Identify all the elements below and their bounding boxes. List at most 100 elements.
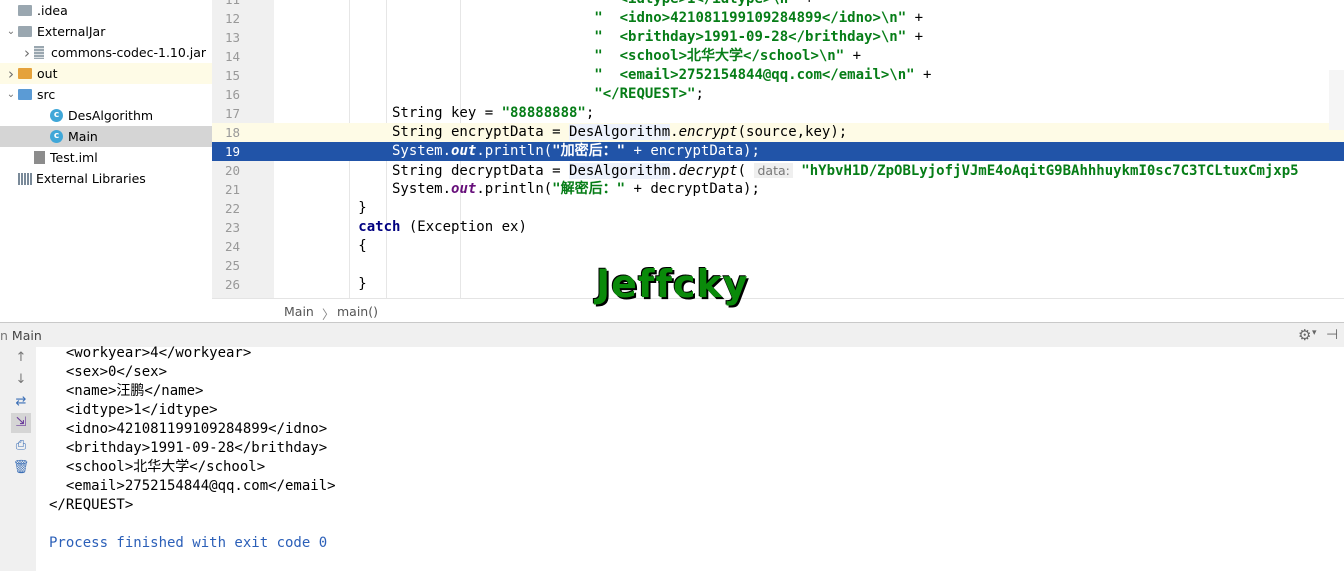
tree-item-label: commons-codec-1.10.jar (51, 45, 207, 60)
print-icon[interactable]: ⎙ (12, 438, 30, 454)
code-token: "hYbvH1D/ZpOBLyjofjVJmE4oAqitG9BAhhhuykm… (801, 163, 1299, 179)
line-number: 24 (224, 239, 240, 254)
up-arrow-icon[interactable]: ↑ (12, 350, 30, 366)
run-icon: n (0, 328, 12, 343)
chevron-down-icon[interactable]: ⌄ (4, 89, 18, 100)
code-line[interactable]: } (274, 199, 1344, 218)
code-line[interactable]: System.out.println("解密后：" + decryptData)… (274, 180, 1344, 199)
tree-item[interactable]: › out (0, 63, 216, 84)
class-icon: c (50, 109, 63, 122)
code-token: .println( (476, 181, 553, 197)
code-line[interactable]: String key = "88888888"; (274, 104, 1344, 123)
chevron-right-icon[interactable]: › (4, 65, 18, 83)
code-token: "加密后：" (552, 143, 626, 159)
exit-status-line: Process finished with exit code 0 (49, 535, 328, 551)
run-tab-title[interactable]: n Main (0, 328, 42, 343)
code-token: "解密后：" (552, 181, 626, 197)
code-line[interactable]: { (274, 237, 1344, 256)
code-token: catch (358, 219, 401, 235)
code-token: String decryptData = (274, 163, 570, 179)
code-line[interactable]: } (274, 275, 1344, 294)
code-editor[interactable]: " <idtype>1</idtype>\n" + " <idno>421081… (274, 0, 1344, 298)
line-number: 15 (224, 68, 240, 83)
line-number: 16 (224, 87, 240, 102)
line-number: 11 (212, 0, 240, 7)
soft-wrap-icon[interactable]: ⇲ (11, 413, 31, 433)
code-line[interactable]: String decryptData = DesAlgorithm.decryp… (274, 161, 1344, 180)
watermark-text: Jeffcky (596, 262, 749, 306)
code-line[interactable]: " <idtype>1</idtype>\n" + (274, 0, 1344, 9)
run-toolbar: ↑ ↓ ⇄ ⇲ ⎙ 🗑 (0, 347, 36, 571)
breadcrumb-method[interactable]: main() (337, 304, 378, 319)
code-token: " <email>2752154844@qq.com</email>\n" (594, 67, 915, 83)
code-line[interactable]: String encryptData = DesAlgorithm.encryp… (274, 123, 1344, 142)
line-number: 23 (224, 220, 240, 235)
tree-item-label: ExternalJar (37, 24, 106, 39)
dropdown-icon[interactable]: ▾ (1312, 328, 1317, 338)
down-arrow-icon[interactable]: ↓ (12, 372, 30, 388)
code-token: DesAlgorithm (569, 163, 671, 179)
code-line[interactable]: "</REQUEST>"; (274, 85, 1344, 104)
code-line[interactable]: " <school>北华大学</school>\n" + (274, 47, 1344, 66)
line-number: 25 (224, 258, 240, 273)
scrollbar[interactable] (1329, 70, 1344, 130)
tree-item-label: .idea (37, 3, 68, 18)
code-token: (source,key); (737, 124, 848, 140)
code-token: " <school>北华大学</school>\n" (594, 48, 845, 64)
code-token: . (670, 124, 679, 140)
line-number: 21 (224, 182, 240, 197)
line-number: 22 (224, 201, 240, 216)
code-token: (Exception ex) (400, 219, 527, 235)
tree-item[interactable]: c Main (0, 126, 248, 147)
tree-item[interactable]: c DesAlgorithm (0, 105, 248, 126)
console-line: <idtype>1</idtype> (49, 402, 218, 418)
code-token: ( (737, 163, 755, 179)
hide-panel-icon[interactable]: ⊣ (1326, 327, 1338, 343)
project-tree: .idea ⌄ ExternalJar › commons-codec-1.10.jar… (0, 0, 248, 322)
console-output[interactable]: <workyear>4</workyear> <sex>0</sex> <nam… (36, 345, 1344, 571)
code-token: DesAlgorithm (569, 124, 671, 140)
line-number: 14 (224, 49, 240, 64)
code-token: + (914, 67, 932, 83)
code-token: + (844, 48, 862, 64)
breadcrumb-class[interactable]: Main (284, 304, 314, 319)
line-number: 20 (224, 163, 240, 178)
code-line[interactable] (274, 256, 1344, 275)
gear-icon[interactable]: ⚙ (1298, 326, 1311, 344)
tree-item[interactable]: External Libraries (0, 168, 216, 189)
code-line[interactable]: " <brithday>1991-09-28</brithday>\n" + (274, 28, 1344, 47)
trash-icon[interactable]: 🗑 (12, 460, 30, 476)
tree-item[interactable]: Test.iml (0, 147, 232, 168)
line-number: 18 (224, 125, 240, 140)
iml-file-icon (34, 151, 45, 164)
code-line[interactable]: catch (Exception ex) (274, 218, 1344, 237)
breadcrumb-separator: 〉 (322, 307, 335, 322)
tree-item-label: Main (68, 129, 98, 144)
parameter-hint: data: (754, 163, 793, 178)
console-line: <school>北华大学</school> (49, 459, 266, 475)
line-number: 12 (224, 11, 240, 26)
code-token: " <brithday>1991-09-28</brithday>\n" (594, 29, 907, 45)
chevron-down-icon[interactable]: ⌄ (4, 26, 18, 37)
tree-item[interactable]: › commons-codec-1.10.jar (0, 42, 232, 63)
console-line: <workyear>4</workyear> (49, 345, 252, 361)
tree-item[interactable]: ⌄ src (0, 84, 216, 105)
line-number: 17 (224, 106, 240, 121)
tree-item-label: src (37, 87, 56, 102)
code-line[interactable]: " <email>2752154844@qq.com</email>\n" + (274, 66, 1344, 85)
rerun-icon[interactable]: ⇄ (12, 394, 30, 410)
folder-icon (18, 89, 32, 100)
code-token: System. (274, 143, 452, 159)
code-token: { (274, 238, 367, 254)
code-line[interactable]: System.out.println("加密后：" + encryptData)… (274, 142, 1344, 161)
console-line: <brithday>1991-09-28</brithday> (49, 440, 328, 456)
chevron-right-icon[interactable]: › (20, 44, 34, 62)
tree-item[interactable]: .idea (0, 0, 216, 21)
console-line: </REQUEST> (49, 497, 134, 513)
code-line[interactable]: " <idno>421081199109284899</idno>\n" + (274, 9, 1344, 28)
code-token: + (797, 0, 813, 7)
tree-item[interactable]: ⌄ ExternalJar (0, 21, 216, 42)
code-token: + encryptData); (625, 143, 760, 159)
